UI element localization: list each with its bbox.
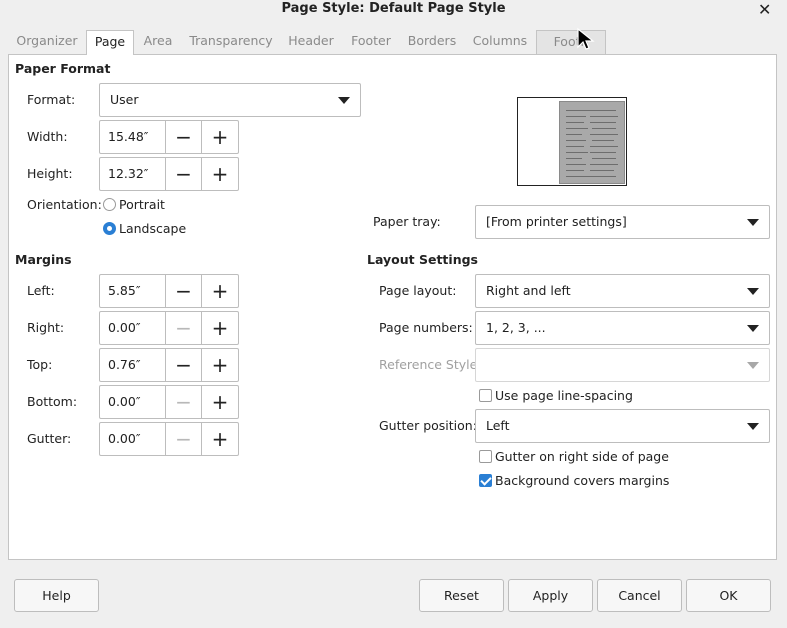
plus-icon[interactable]: +: [202, 312, 238, 344]
minus-icon[interactable]: −: [166, 349, 202, 381]
preview-scan-image: [559, 101, 625, 184]
paper-format-heading: Paper Format: [15, 61, 111, 76]
height-value[interactable]: 12.32″: [100, 158, 166, 190]
page-preview: [517, 97, 627, 186]
layout-settings-heading: Layout Settings: [367, 252, 478, 267]
gutter-position-dropdown[interactable]: Left: [475, 409, 770, 443]
minus-icon[interactable]: −: [166, 121, 202, 153]
tab-area[interactable]: Area: [138, 30, 178, 54]
tab-columns[interactable]: Columns: [469, 30, 531, 54]
page-numbers-dropdown[interactable]: 1, 2, 3, ...: [475, 311, 770, 345]
ok-button[interactable]: OK: [686, 579, 771, 612]
margin-top-spinner[interactable]: 0.76″ − +: [99, 348, 239, 382]
landscape-radio[interactable]: [103, 222, 116, 235]
page-numbers-value: 1, 2, 3, ...: [486, 320, 546, 335]
chevron-down-icon: [747, 362, 759, 369]
height-label: Height:: [27, 166, 73, 181]
portrait-label[interactable]: Portrait: [119, 197, 165, 212]
minus-icon[interactable]: −: [166, 275, 202, 307]
margin-top-label: Top:: [27, 357, 53, 372]
tab-borders[interactable]: Borders: [403, 30, 461, 54]
reference-style-dropdown: [475, 348, 770, 382]
plus-icon[interactable]: +: [202, 275, 238, 307]
bg-covers-checkbox[interactable]: [479, 474, 492, 487]
plus-icon[interactable]: +: [202, 423, 238, 455]
plus-icon[interactable]: +: [202, 121, 238, 153]
margin-gutter-spinner[interactable]: 0.00″ − +: [99, 422, 239, 456]
landscape-label[interactable]: Landscape: [119, 221, 186, 236]
chevron-down-icon: [338, 97, 350, 104]
format-label: Format:: [27, 92, 76, 107]
chevron-down-icon: [747, 423, 759, 430]
tab-footer[interactable]: Footer: [346, 30, 396, 54]
margin-bottom-value[interactable]: 0.00″: [100, 386, 166, 418]
margins-heading: Margins: [15, 252, 72, 267]
tab-page[interactable]: Page: [86, 30, 134, 55]
margin-gutter-label: Gutter:: [27, 431, 72, 446]
plus-icon[interactable]: +: [202, 386, 238, 418]
format-value: User: [110, 92, 139, 107]
page-layout-dropdown[interactable]: Right and left: [475, 274, 770, 308]
margin-right-value[interactable]: 0.00″: [100, 312, 166, 344]
plus-icon[interactable]: +: [202, 158, 238, 190]
gutter-right-label[interactable]: Gutter on right side of page: [495, 449, 669, 464]
chevron-down-icon: [747, 288, 759, 295]
cancel-button[interactable]: Cancel: [597, 579, 682, 612]
page-numbers-label: Page numbers:: [379, 320, 473, 335]
minus-icon: −: [166, 312, 202, 344]
bg-covers-label[interactable]: Background covers margins: [495, 473, 669, 488]
margin-right-label: Right:: [27, 320, 65, 335]
page-layout-label: Page layout:: [379, 283, 457, 298]
gutter-position-value: Left: [486, 418, 510, 433]
margin-bottom-label: Bottom:: [27, 394, 78, 409]
tab-transparency[interactable]: Transparency: [186, 30, 276, 54]
margin-bottom-spinner[interactable]: 0.00″ − +: [99, 385, 239, 419]
apply-button[interactable]: Apply: [508, 579, 593, 612]
reference-style-label: Reference Style:: [379, 357, 482, 372]
margin-left-spinner[interactable]: 5.85″ − +: [99, 274, 239, 308]
margin-gutter-value[interactable]: 0.00″: [100, 423, 166, 455]
width-spinner[interactable]: 15.48″ − +: [99, 120, 239, 154]
margin-right-spinner[interactable]: 0.00″ − +: [99, 311, 239, 345]
width-label: Width:: [27, 129, 68, 144]
margin-top-value[interactable]: 0.76″: [100, 349, 166, 381]
portrait-radio[interactable]: [103, 198, 116, 211]
use-line-spacing-label[interactable]: Use page line-spacing: [495, 388, 633, 403]
page-layout-value: Right and left: [486, 283, 571, 298]
minus-icon: −: [166, 423, 202, 455]
minus-icon: −: [166, 386, 202, 418]
format-dropdown[interactable]: User: [99, 83, 361, 117]
paper-tray-value: [From printer settings]: [486, 214, 627, 229]
close-icon[interactable]: ✕: [758, 0, 771, 19]
width-value[interactable]: 15.48″: [100, 121, 166, 153]
chevron-down-icon: [747, 219, 759, 226]
tab-header[interactable]: Header: [283, 30, 339, 54]
paper-tray-label: Paper tray:: [373, 214, 441, 229]
plus-icon[interactable]: +: [202, 349, 238, 381]
margin-left-value[interactable]: 5.85″: [100, 275, 166, 307]
minus-icon[interactable]: −: [166, 158, 202, 190]
orientation-label: Orientation:: [27, 197, 102, 212]
margin-left-label: Left:: [27, 283, 55, 298]
tab-organizer[interactable]: Organizer: [12, 30, 82, 54]
paper-tray-dropdown[interactable]: [From printer settings]: [475, 205, 770, 239]
gutter-position-label: Gutter position:: [379, 418, 477, 433]
help-button[interactable]: Help: [14, 579, 99, 612]
use-line-spacing-checkbox[interactable]: [479, 389, 492, 402]
height-spinner[interactable]: 12.32″ − +: [99, 157, 239, 191]
gutter-right-checkbox[interactable]: [479, 450, 492, 463]
reset-button[interactable]: Reset: [419, 579, 504, 612]
chevron-down-icon: [747, 325, 759, 332]
window-title: Page Style: Default Page Style: [281, 1, 506, 16]
mouse-cursor-icon: [577, 27, 595, 50]
